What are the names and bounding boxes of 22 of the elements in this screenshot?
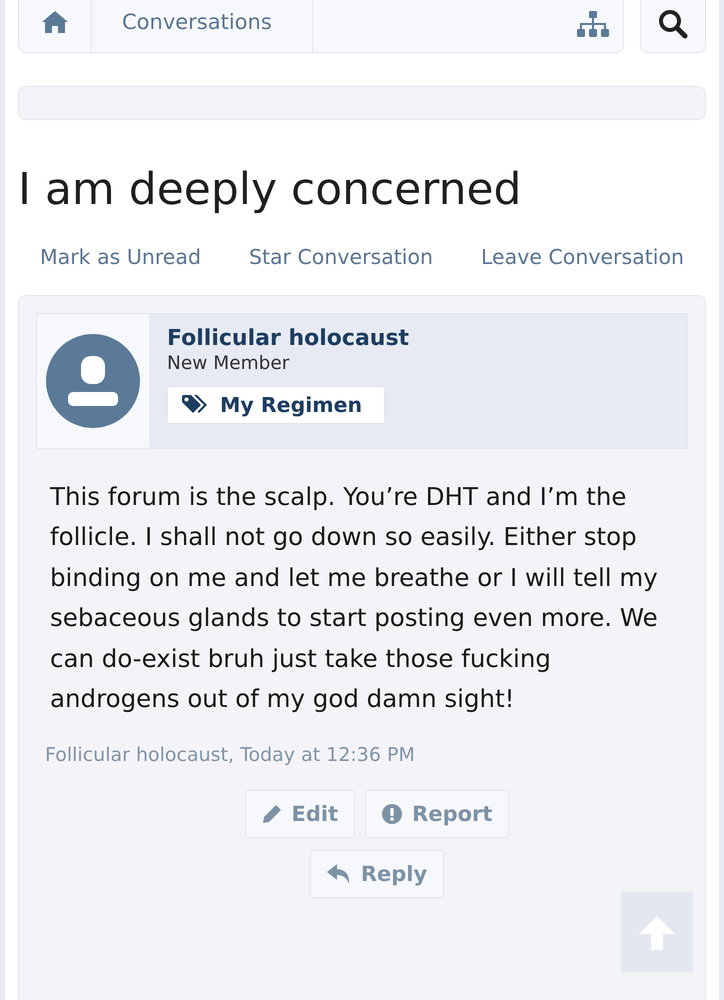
exclamation-icon bbox=[382, 804, 402, 824]
action-link[interactable]: Star Conversation bbox=[248, 244, 434, 269]
username-link[interactable]: Follicular holocaust bbox=[167, 326, 410, 351]
tags-icon bbox=[182, 394, 210, 415]
page-title: I am deeply concerned bbox=[18, 164, 522, 217]
message-text: This forum is the scalp. You’re DHT and I’m the follicle. I shall not go down so easily. Either stop binding on me and let me breathe or I will tell my sebaceous glands to start posting even more. We can do-exist bruh just take those fucking androgens out of my god damn sight! bbox=[50, 480, 659, 716]
user-title: New Member bbox=[167, 352, 290, 374]
report-button[interactable]: Report bbox=[365, 790, 510, 838]
home-icon bbox=[41, 10, 69, 34]
reply-button[interactable]: Reply bbox=[310, 850, 444, 898]
action-link[interactable]: Mark as Unread bbox=[40, 244, 201, 269]
regimen-button[interactable]: My Regimen bbox=[167, 386, 386, 424]
pencil-icon bbox=[262, 804, 282, 824]
avatar-icon bbox=[46, 334, 140, 428]
breadcrumb-link[interactable]: Conversations bbox=[92, 0, 313, 54]
message-meta: Follicular holocaust, Today at 12:36 PM bbox=[45, 744, 416, 766]
sitemap-icon[interactable] bbox=[577, 11, 609, 37]
reply-icon bbox=[326, 864, 351, 884]
edit-button[interactable]: Edit bbox=[244, 790, 356, 838]
search-button[interactable] bbox=[640, 0, 706, 53]
action-link[interactable]: Leave Conversation bbox=[480, 244, 684, 269]
search-icon bbox=[658, 9, 688, 39]
